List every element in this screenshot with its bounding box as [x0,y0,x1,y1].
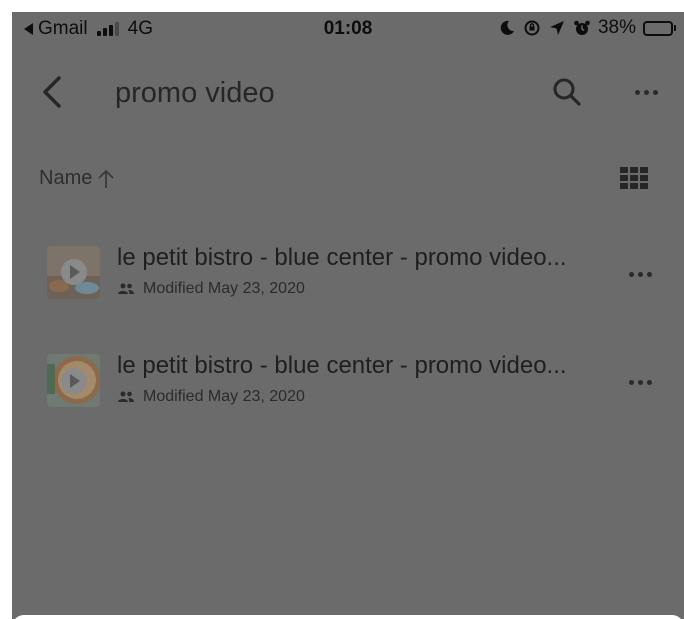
more-options-button[interactable] [628,78,664,106]
modified-date: Modified May 23, 2020 [143,280,305,297]
moon-icon [500,20,514,35]
grid-view-toggle[interactable] [618,164,650,192]
file-meta: Modified May 23, 2020 [117,280,305,298]
file-meta: Modified May 23, 2020 [117,388,305,406]
sort-by-name-button[interactable]: Name [39,167,116,190]
search-button[interactable] [549,74,585,110]
arrow-up-icon [98,169,114,188]
status-icons: 38% [498,17,676,39]
search-query[interactable]: promo video [115,77,275,110]
alarm-icon [574,20,590,35]
modified-date: Modified May 23, 2020 [143,388,305,405]
back-button[interactable] [32,72,72,112]
more-horizontal-icon [628,271,652,277]
file-row[interactable]: le petit bistro - blue center - promo vi… [12,232,684,312]
people-icon [118,391,134,402]
sort-bar: Name [12,162,684,196]
status-bar: Gmail 4G 01:08 38% [12,12,684,46]
video-play-icon [47,354,100,407]
location-arrow-icon [549,21,564,35]
file-more-button[interactable] [620,262,660,286]
grid-view-icon [620,167,648,189]
more-horizontal-icon [628,379,652,385]
file-name: le petit bistro - blue center - promo vi… [117,352,567,379]
search-header: promo video [12,68,684,116]
rotation-lock-icon [524,20,540,36]
video-thumbnail [47,246,100,299]
drive-search-screen: Gmail 4G 01:08 38% promo video Name le p… [12,12,684,619]
file-name: le petit bistro - blue center - promo vi… [117,244,567,271]
sort-label: Name [39,167,93,189]
file-more-button[interactable] [620,370,660,394]
search-icon [553,78,581,106]
people-icon [118,283,134,294]
battery-percent: 38% [597,17,636,38]
more-horizontal-icon [634,89,658,95]
bottom-sheet[interactable] [12,615,684,619]
battery-icon [643,20,676,36]
file-row[interactable]: le petit bistro - blue center - promo vi… [12,340,684,420]
video-thumbnail [47,354,100,407]
chevron-left-icon [43,76,61,108]
video-play-icon [47,246,100,299]
